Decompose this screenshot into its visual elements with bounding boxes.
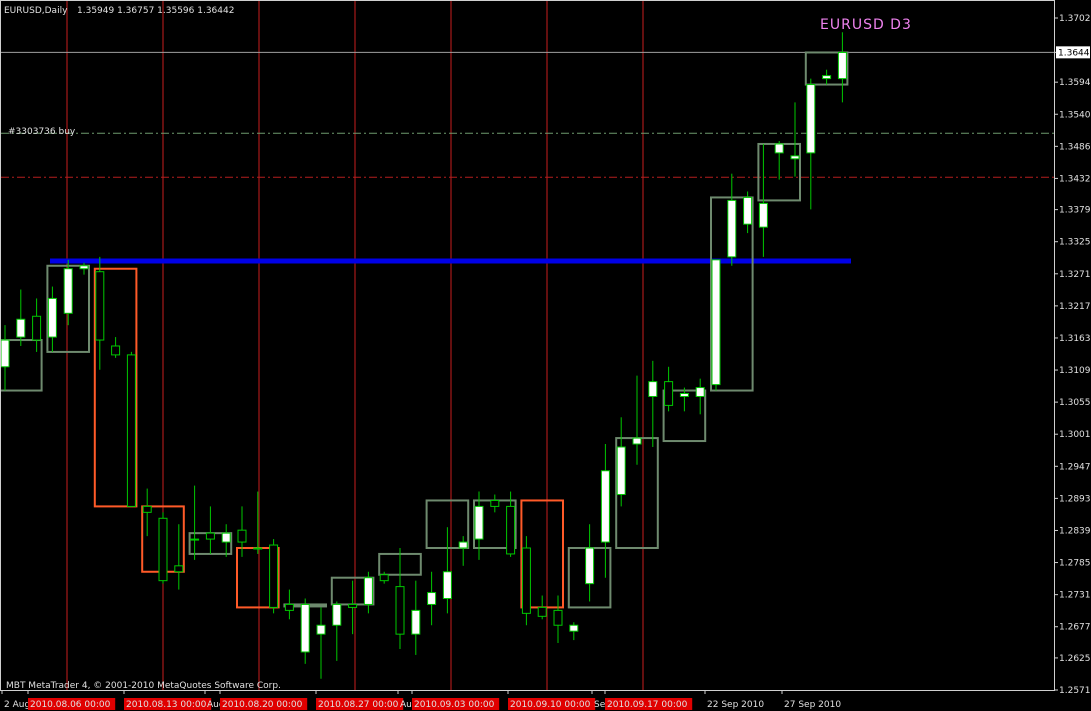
candle-body	[822, 75, 832, 80]
candle-body	[253, 547, 263, 550]
y-tick-label: 1.34320	[1059, 174, 1091, 184]
y-tick-label: 1.32715	[1059, 270, 1091, 280]
candle-body	[300, 603, 310, 653]
candle-body	[205, 532, 215, 540]
y-tick-label: 1.30555	[1059, 398, 1091, 408]
candle-body	[521, 547, 531, 614]
x-tick-label: 22 Sep 2010	[707, 700, 764, 710]
y-tick-label: 1.34860	[1059, 142, 1091, 152]
candle-body	[585, 547, 595, 585]
candle-body	[442, 571, 452, 599]
candle-body	[790, 155, 800, 160]
candle-body	[174, 565, 184, 573]
candle-body	[600, 470, 610, 543]
candle-body	[158, 517, 168, 582]
y-tick-label: 1.35400	[1059, 110, 1091, 120]
candle-body	[458, 541, 468, 549]
candle-body	[806, 84, 816, 154]
candle-body	[679, 393, 689, 397]
candle-body	[506, 505, 516, 555]
y-tick-label: 1.31635	[1059, 334, 1091, 344]
x-tick-label: 2010.09.17 00:00	[607, 700, 688, 710]
symbol-title: EURUSD,Daily	[4, 6, 68, 16]
price-chart[interactable]: 1.37020 1.36442 1.35940 1.35400 1.34860 1.343…	[0, 0, 1091, 711]
y-tick-label: 1.31095	[1059, 366, 1091, 376]
candle-body	[63, 268, 73, 314]
x-tick-label: 2010.08.06 00:00	[30, 700, 111, 710]
y-tick-label: 1.27855	[1059, 559, 1091, 569]
candle-body	[648, 381, 658, 397]
candle-body	[474, 505, 484, 540]
y-tick-label: 1.28395	[1059, 526, 1091, 536]
candle-body	[537, 606, 547, 617]
candle-body	[743, 196, 753, 225]
candle-body	[190, 538, 200, 541]
ohlc-values: 1.35949 1.36757 1.35596 1.36442	[77, 6, 234, 16]
candle-body	[269, 544, 279, 608]
y-tick-label: 1.33795	[1059, 206, 1091, 216]
candle-body	[711, 259, 721, 386]
candle-body	[727, 199, 737, 258]
time-axis[interactable]: 2 Aug 20102010.08.06 00:002010.08.13 00:…	[1, 690, 841, 710]
candle-body	[569, 624, 579, 632]
copyright-text: MBT MetaTrader 4, © 2001-2010 MetaQuotes…	[6, 681, 281, 691]
candle-body	[379, 574, 389, 582]
y-tick-label: 1.25710	[1059, 686, 1091, 696]
candle-body	[284, 603, 294, 611]
candle-body	[32, 315, 42, 341]
d3-indicator-label: EURUSD D3	[820, 17, 912, 33]
current-price-label: 1.36442	[1058, 48, 1091, 58]
candle-body	[427, 592, 437, 605]
candle-body	[332, 603, 342, 626]
candle-body	[111, 345, 121, 356]
candle-body	[363, 577, 373, 605]
candle-body	[95, 271, 105, 341]
candle-body	[316, 624, 326, 635]
candle-body	[221, 532, 231, 543]
candle-body	[348, 603, 358, 608]
y-tick-label: 1.27315	[1059, 591, 1091, 601]
y-tick-label: 1.29475	[1059, 462, 1091, 472]
candle-body	[837, 51, 847, 80]
candle-body	[411, 609, 421, 635]
candle-body	[664, 381, 674, 406]
y-tick-label: 1.30015	[1059, 430, 1091, 440]
price-axis[interactable]: 1.37020 1.36442 1.35940 1.35400 1.34860 1.343…	[0, 0, 1091, 697]
candle-body	[16, 318, 26, 338]
y-tick-label: 1.37020	[1059, 14, 1091, 24]
candle-body	[126, 354, 136, 507]
x-tick-label: 2010.08.27 00:00	[318, 700, 399, 710]
order-label: #3303736 buy	[8, 127, 76, 137]
candle-body	[0, 339, 10, 368]
y-tick-label: 1.32175	[1059, 302, 1091, 312]
horizontal-levels	[1, 51, 1054, 264]
x-tick-label: 2010.08.20 00:00	[222, 700, 303, 710]
candle-body	[142, 505, 152, 513]
candle-body	[758, 202, 768, 228]
x-tick-label: 2010.09.03 00:00	[414, 700, 495, 710]
candle-body	[79, 265, 89, 270]
candle-body	[490, 499, 500, 507]
y-tick-label: 1.26775	[1059, 623, 1091, 633]
period-separators	[66, 1, 644, 690]
x-tick-label: 2010.09.10 00:00	[510, 700, 591, 710]
y-tick-label: 1.35940	[1059, 78, 1091, 88]
candle-body	[395, 586, 405, 635]
candle-body	[774, 143, 784, 154]
candle-body	[695, 387, 705, 397]
y-tick-label: 1.26250	[1059, 654, 1091, 664]
y-tick-label: 1.28935	[1059, 494, 1091, 504]
x-tick-label: 27 Sep 2010	[784, 700, 841, 710]
candle-body	[553, 609, 563, 626]
candle-body	[632, 437, 642, 445]
candle-body	[237, 529, 247, 543]
candles	[0, 32, 847, 679]
x-tick-label: 2010.08.13 00:00	[126, 700, 207, 710]
y-tick-label: 1.33255	[1059, 238, 1091, 248]
candle-body	[47, 297, 57, 338]
candle-body	[616, 446, 626, 496]
